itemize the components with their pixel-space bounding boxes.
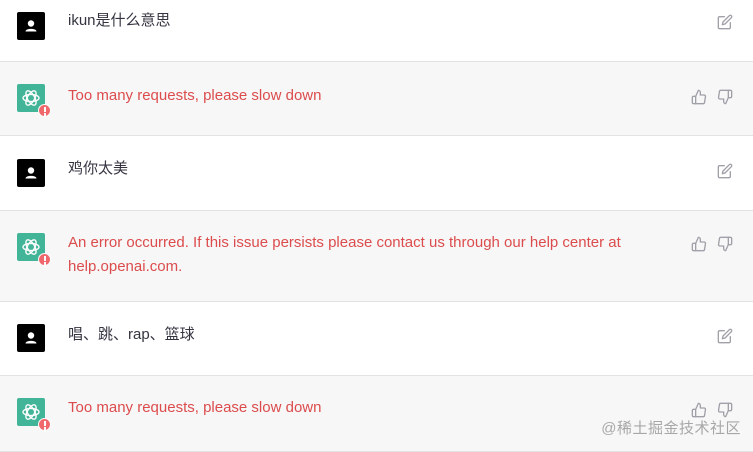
assistant-message: Too many requests, please slow down: [0, 376, 753, 452]
assistant-avatar: [17, 233, 51, 266]
thumbs-up-icon[interactable]: [691, 402, 707, 418]
message-actions: [691, 402, 733, 418]
assistant-message: Too many requests, please slow down: [0, 62, 753, 136]
error-badge-icon: [38, 104, 51, 117]
chat-thread: ikun是什么意思 Too many requests, please slow…: [0, 0, 753, 452]
assistant-message: An error occurred. If this issue persist…: [0, 211, 753, 302]
message-actions: [717, 14, 733, 30]
message-actions: [691, 236, 733, 252]
user-icon: [25, 20, 37, 32]
user-avatar: [17, 324, 45, 352]
user-avatar: [17, 12, 45, 40]
error-badge-icon: [38, 253, 51, 266]
message-actions: [717, 328, 733, 344]
error-message-text: Too many requests, please slow down: [68, 87, 322, 104]
user-message-text: 唱、跳、rap、篮球: [68, 326, 195, 343]
message-actions: [691, 89, 733, 105]
message-actions: [717, 163, 733, 179]
edit-icon[interactable]: [717, 328, 733, 344]
error-message-text: Too many requests, please slow down: [68, 399, 322, 416]
watermark: @稀土掘金技术社区: [601, 420, 741, 437]
edit-icon[interactable]: [717, 14, 733, 30]
user-icon: [25, 332, 37, 344]
assistant-avatar: [17, 84, 51, 117]
user-message-text: ikun是什么意思: [68, 12, 171, 29]
user-message-text: 鸡你太美: [68, 160, 129, 177]
thumbs-up-icon[interactable]: [691, 236, 707, 252]
error-message-text: An error occurred. If this issue persist…: [68, 234, 621, 275]
user-message: ikun是什么意思: [0, 0, 753, 62]
user-avatar: [17, 159, 45, 187]
user-message: 唱、跳、rap、篮球: [0, 302, 753, 376]
thumbs-down-icon[interactable]: [717, 402, 733, 418]
assistant-avatar: [17, 398, 51, 431]
edit-icon[interactable]: [717, 163, 733, 179]
thumbs-down-icon[interactable]: [717, 89, 733, 105]
user-icon: [25, 167, 37, 179]
user-message: 鸡你太美: [0, 136, 753, 211]
error-badge-icon: [38, 418, 51, 431]
thumbs-down-icon[interactable]: [717, 236, 733, 252]
thumbs-up-icon[interactable]: [691, 89, 707, 105]
